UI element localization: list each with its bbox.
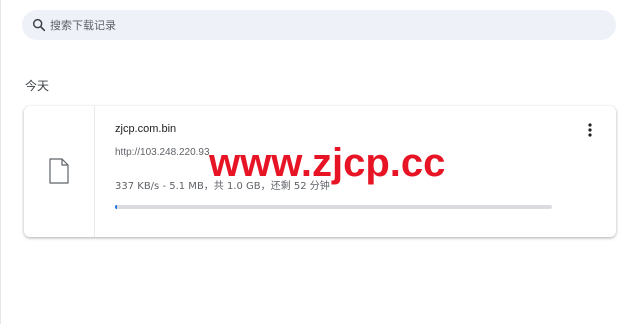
file-url-link[interactable]: http://103.248.220.93 [115, 147, 210, 158]
file-icon-area [24, 106, 95, 237]
download-progress-fill [115, 205, 118, 209]
section-title-today: 今天 [25, 79, 50, 93]
file-name-link[interactable]: zjcp.com.bin [115, 123, 176, 135]
search-input[interactable] [50, 10, 590, 40]
search-icon [32, 18, 46, 32]
more-vert-icon [588, 123, 592, 137]
more-actions-button[interactable] [580, 120, 600, 140]
downloads-page: 今天 zjcp.com.bin http://103.248.220.93 33… [0, 0, 640, 324]
download-progress-bar [115, 205, 552, 209]
search-bar[interactable] [22, 10, 616, 40]
watermark-overlay: www.zjcp.cc [209, 141, 446, 185]
file-icon [49, 158, 69, 184]
